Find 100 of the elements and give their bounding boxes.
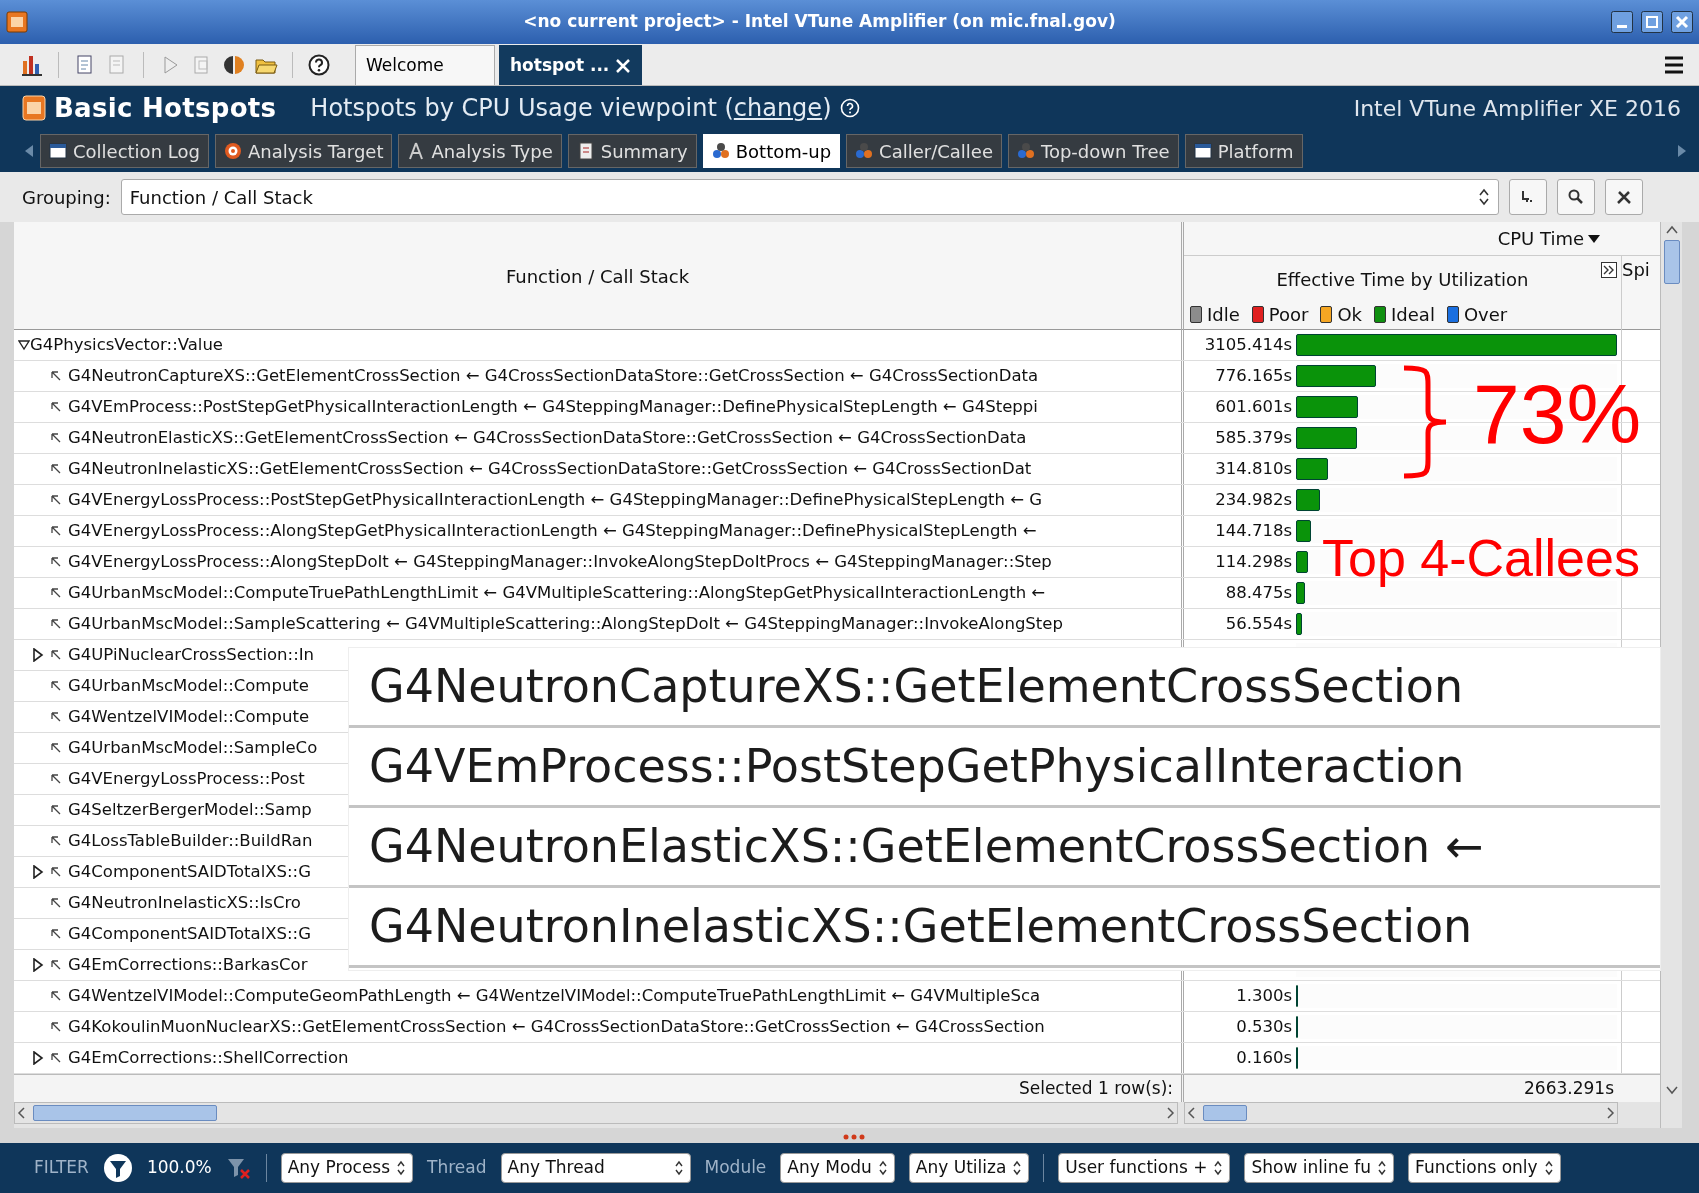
- tools-button[interactable]: [1604, 179, 1643, 215]
- filter-select[interactable]: Show inline fu: [1244, 1153, 1395, 1183]
- cpu-time-value: 1.300s: [1235, 984, 1293, 1007]
- analysis-tab[interactable]: Platform: [1184, 134, 1303, 168]
- function-cell-text: G4LossTableBuilder::BuildRan: [68, 829, 313, 852]
- target-icon: [223, 142, 242, 160]
- analysis-tab[interactable]: Top-down Tree: [1007, 134, 1179, 168]
- caller-arrow-icon: [50, 742, 62, 754]
- legend-label: Ok: [1337, 303, 1363, 327]
- column-header[interactable]: Function / Call Stack: [14, 222, 1184, 330]
- vertical-scrollbar[interactable]: [1660, 222, 1682, 1128]
- annotation-text: 73%: [1473, 372, 1642, 456]
- analysis-title: Basic Hotspots: [54, 91, 277, 125]
- funnel-icon[interactable]: [102, 1153, 133, 1183]
- updown-icon: [877, 1160, 888, 1176]
- updown-icon: [396, 1160, 407, 1176]
- expand-arrow-icon[interactable]: [32, 1051, 44, 1066]
- document-tab[interactable]: Welcome: [355, 45, 495, 85]
- magnified-function-name: G4NeutronElasticXS::GetElementCrossSection ←: [349, 808, 1660, 888]
- product-name: Intel VTune Amplifier XE 2016: [1353, 94, 1681, 123]
- horizontal-scrollbar[interactable]: [14, 1102, 1178, 1124]
- caller-arrow-icon: [50, 897, 62, 909]
- help-icon[interactable]: [839, 98, 860, 118]
- function-cell-text: G4EmCorrections::ShellCorrection: [68, 1046, 349, 1069]
- cpu-time-value: 0.530s: [1235, 1015, 1293, 1038]
- close-icon[interactable]: [1671, 11, 1693, 33]
- minimize-icon[interactable]: [1611, 11, 1633, 33]
- filter-select[interactable]: Any Process: [280, 1153, 414, 1183]
- document-icon: [576, 142, 595, 160]
- cpu-time-value: 314.810s: [1214, 457, 1293, 480]
- maximize-icon[interactable]: [1641, 11, 1663, 33]
- analysis-tab[interactable]: Collection Log: [40, 134, 209, 168]
- help-icon[interactable]: [307, 52, 331, 77]
- filter-select[interactable]: Any Modu: [780, 1153, 895, 1183]
- search-button[interactable]: [1556, 179, 1595, 215]
- change-link[interactable]: change: [733, 94, 823, 122]
- caller-arrow-icon: [50, 587, 62, 599]
- caller-arrow-icon: [50, 649, 62, 661]
- function-cell-text: G4KokoulinMuonNuclearXS::GetElementCrossSection ← G4CrossSectionDataStore::GetCrossSection ← G4CrossSection: [68, 1015, 1045, 1038]
- function-cell-text: G4PhysicsVector::Value: [30, 333, 224, 356]
- caller-arrow-icon: [50, 401, 62, 413]
- scroll-thumb[interactable]: [1203, 1105, 1247, 1121]
- function-cell-text: G4VEnergyLossProcess::AlongStepDoIt ← G4SteppingManager::InvokeAlongStepDoItProcs ← G4SteppingManager::Step: [68, 550, 1052, 573]
- analysis-tab[interactable]: Caller/Callee: [846, 134, 1002, 168]
- horizontal-scrollbar[interactable]: [1184, 1102, 1618, 1124]
- function-cell-text: G4NeutronElasticXS::GetElementCrossSection ← G4CrossSectionDataStore::GetCrossSection ← G4CrossSectionData: [68, 426, 1027, 449]
- function-cell-text: G4ComponentSAIDTotalXS::G: [68, 860, 311, 883]
- app-icon: [6, 11, 28, 33]
- function-cell-text: G4SeltzerBergerModel::Samp: [68, 798, 312, 821]
- filter-select[interactable]: Any Utiliza: [908, 1153, 1030, 1183]
- legend-label: Idle: [1207, 303, 1240, 327]
- function-cell-text: G4UrbanMscModel::Compute: [68, 674, 309, 697]
- grouping-select[interactable]: Function / Call Stack: [120, 179, 1499, 215]
- expand-column-icon[interactable]: [1601, 262, 1617, 278]
- caller-arrow-icon: [50, 959, 62, 971]
- stack-button[interactable]: [1508, 179, 1547, 215]
- analysis-tab[interactable]: Bottom-up: [702, 134, 841, 168]
- caller-arrow-icon: [50, 556, 62, 568]
- function-cell-text: G4UrbanMscModel::SampleScattering ← G4VMultipleScattering::AlongStepDoIt ← G4SteppingManager::InvokeAlongStep: [68, 612, 1063, 635]
- splitter-handle[interactable]: [842, 1133, 866, 1141]
- filter-select[interactable]: User functions +: [1058, 1153, 1231, 1183]
- table-icon: [1193, 142, 1212, 160]
- caller-arrow-icon: [50, 804, 62, 816]
- cpu-time-value: 114.298s: [1214, 550, 1293, 573]
- caller-arrow-icon: [50, 370, 62, 382]
- function-cell-text: G4VEnergyLossProcess::AlongStepGetPhysicalInteractionLength ← G4SteppingManager::DefinePhysicalStepLength ←: [68, 519, 1037, 542]
- function-cell-text: G4ComponentSAIDTotalXS::G: [68, 922, 311, 945]
- updown-icon: [673, 1160, 684, 1176]
- function-cell-text: G4UPiNuclearCrossSection::In: [68, 643, 314, 666]
- document-tab[interactable]: hotspot ...: [499, 45, 643, 85]
- legend-label: Over: [1463, 303, 1508, 327]
- viewpoint-text: Hotspots by CPU Usage viewpoint (change): [310, 93, 832, 124]
- collapse-arrow-icon[interactable]: [18, 338, 30, 352]
- analysis-tab[interactable]: Analysis Type: [398, 134, 562, 168]
- scroll-right-icon[interactable]: [1677, 144, 1687, 158]
- caller-arrow-icon: [50, 525, 62, 537]
- column-header[interactable]: Effective Time by Utilization: [1276, 266, 1529, 293]
- expand-arrow-icon[interactable]: [32, 958, 44, 973]
- expand-arrow-icon[interactable]: [32, 648, 44, 663]
- legend-label: Ideal: [1391, 303, 1435, 327]
- status-total: 2663.291s: [1524, 1076, 1614, 1100]
- scroll-left-icon[interactable]: [24, 144, 34, 158]
- expand-arrow-icon[interactable]: [32, 865, 44, 880]
- filter-select[interactable]: Any Thread: [500, 1153, 691, 1183]
- scroll-thumb[interactable]: [1663, 240, 1680, 284]
- window-title: <no current project> - Intel VTune Amplifier (on mic.fnal.gov): [522, 10, 1117, 34]
- cpu-time-value: 585.379s: [1214, 426, 1293, 449]
- updown-icon: [1543, 1160, 1554, 1176]
- scroll-thumb[interactable]: [33, 1105, 217, 1121]
- menu-icon[interactable]: [1663, 54, 1685, 75]
- analysis-tab[interactable]: Analysis Target: [214, 134, 393, 168]
- function-cell-text: G4NeutronInelasticXS::GetElementCrossSection ← G4CrossSectionDataStore::GetCrossSection ← G4CrossSectionDat: [68, 457, 1032, 480]
- caller-arrow-icon: [50, 835, 62, 847]
- caller-arrow-icon: [50, 432, 62, 444]
- filter-select[interactable]: Functions only: [1408, 1153, 1561, 1183]
- magnified-function-name: G4NeutronCaptureXS::GetElementCrossSection: [349, 648, 1660, 728]
- analysis-tab[interactable]: Summary: [567, 134, 697, 168]
- column-header[interactable]: CPU Time: [1184, 222, 1660, 256]
- caller-arrow-icon: [50, 928, 62, 940]
- molecule-icon: [855, 142, 874, 160]
